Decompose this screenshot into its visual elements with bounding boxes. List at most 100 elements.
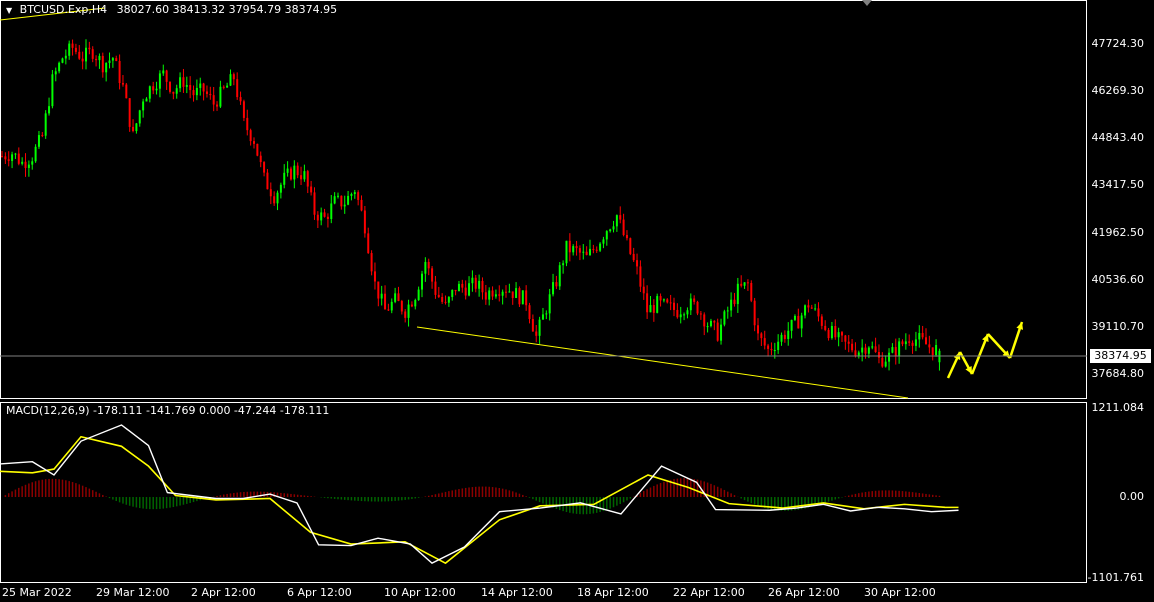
candle	[51, 69, 54, 109]
candle	[276, 190, 279, 211]
candle-body	[85, 47, 87, 62]
date-tick-label: 26 Apr 12:00	[768, 586, 840, 599]
candle	[578, 245, 581, 261]
candle-body	[844, 335, 847, 342]
candle-body	[353, 192, 356, 195]
candle-body	[589, 248, 591, 255]
candle-body	[783, 334, 786, 339]
candle-body	[343, 204, 346, 207]
candle-body	[837, 332, 840, 338]
candle	[599, 242, 602, 253]
candle	[767, 343, 770, 357]
candle-body	[95, 58, 98, 61]
candle-body	[303, 171, 306, 180]
candle	[679, 306, 682, 324]
candle	[337, 192, 339, 199]
candle-body	[743, 282, 746, 286]
projection-arrows	[946, 321, 1024, 379]
candle	[871, 341, 874, 350]
candle-body	[209, 93, 212, 96]
candle	[669, 294, 672, 311]
candle	[343, 195, 346, 214]
candle	[85, 39, 87, 70]
candle	[1, 151, 3, 158]
candle	[142, 98, 145, 118]
scroll-marker-icon[interactable]	[862, 0, 872, 6]
candle-body	[938, 350, 941, 363]
candle-body	[195, 87, 198, 96]
candle-body	[491, 290, 494, 297]
date-tick-label: 30 Apr 12:00	[864, 586, 936, 599]
candle	[914, 331, 917, 352]
candle	[790, 319, 793, 339]
candle	[101, 52, 104, 78]
candle-body	[142, 101, 145, 111]
candle-body	[857, 352, 860, 356]
candle-body	[14, 153, 17, 155]
candle-body	[437, 294, 440, 298]
candle-body	[125, 84, 128, 99]
candle	[538, 316, 541, 344]
candle-body	[447, 296, 450, 303]
candle-body	[27, 164, 30, 168]
candle-body	[148, 86, 151, 99]
candle-body	[162, 70, 165, 74]
candle-body	[921, 333, 924, 338]
chart-canvas[interactable]	[0, 0, 1154, 602]
candle-body	[884, 361, 887, 367]
candle	[720, 318, 723, 345]
candle-body	[1, 156, 3, 158]
candle-body	[508, 291, 511, 293]
candle	[488, 287, 491, 306]
candle-body	[636, 260, 639, 267]
candle	[444, 295, 447, 305]
candle	[347, 190, 350, 206]
candle	[582, 244, 585, 260]
candle-body	[441, 297, 444, 302]
candlestick-series	[1, 39, 941, 371]
candle	[935, 339, 938, 357]
candle-body	[11, 154, 14, 161]
candle	[666, 298, 669, 304]
chart-window[interactable]: ▼ BTCUSD.Exp,H4 38027.60 38413.32 37954.…	[0, 0, 1154, 602]
candle	[111, 56, 114, 68]
candle-body	[861, 347, 864, 353]
candle	[901, 339, 904, 347]
candle-body	[632, 253, 635, 261]
candle-body	[770, 348, 773, 351]
candle	[471, 270, 474, 292]
candle-body	[676, 309, 679, 318]
candle	[699, 310, 702, 320]
symbol-label: BTCUSD.Exp,H4	[19, 3, 108, 16]
candle	[71, 39, 74, 56]
support-trendline[interactable]	[416, 326, 909, 399]
candle-body	[179, 77, 182, 89]
dropdown-triangle-icon[interactable]: ▼	[6, 6, 12, 15]
candle	[706, 322, 709, 333]
candle-body	[121, 83, 124, 85]
candle	[589, 239, 591, 257]
candle-body	[541, 314, 544, 320]
candle-body	[575, 246, 578, 249]
current-price-badge: 38374.95	[1090, 349, 1151, 363]
candle-body	[804, 305, 807, 316]
candle-body	[709, 320, 712, 327]
candle	[612, 220, 615, 233]
macd-pane-frame	[0, 402, 1087, 583]
candle-body	[118, 60, 121, 84]
candle	[293, 160, 296, 189]
candle-body	[562, 263, 565, 266]
candle	[125, 83, 128, 99]
candle-body	[155, 88, 158, 91]
candle-body	[814, 308, 817, 310]
candle-body	[925, 337, 927, 345]
candle-body	[246, 117, 249, 131]
candle-body	[360, 199, 363, 211]
candle	[91, 46, 94, 63]
candle-body	[666, 299, 669, 303]
candle	[545, 310, 548, 320]
candle-body	[673, 302, 675, 310]
candle	[431, 266, 434, 289]
candle	[787, 322, 790, 346]
candle	[562, 260, 565, 274]
